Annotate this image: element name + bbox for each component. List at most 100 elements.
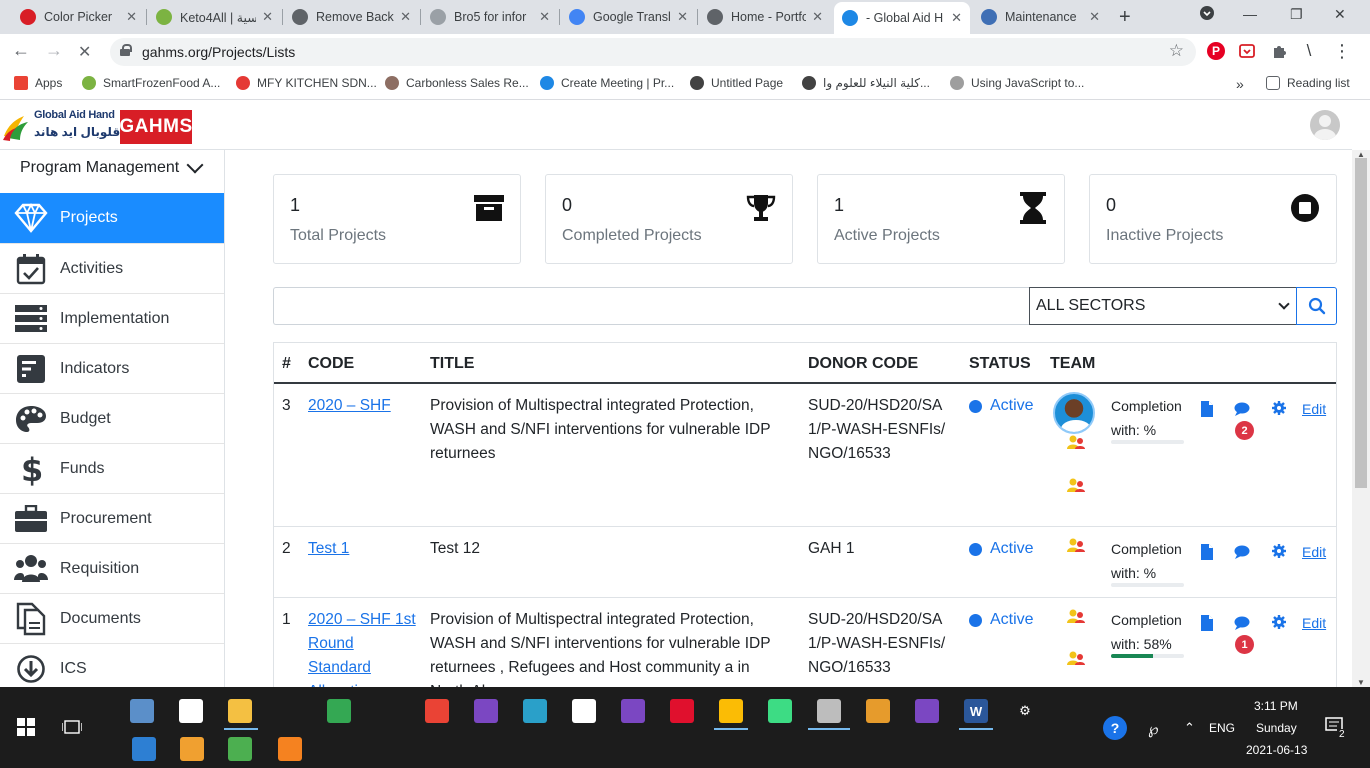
new-tab-button[interactable]: + [1119,6,1131,29]
forward-arrow-icon[interactable]: → [45,40,63,61]
windows-start-icon[interactable] [14,715,38,739]
browser-tab[interactable]: Bro5 for infor ✕ [422,2,558,32]
close-tab-icon[interactable]: ✕ [539,9,550,25]
document-icon[interactable] [1200,544,1216,560]
sidebar-item-implementation[interactable]: Implementation [0,293,224,343]
paint-app-icon[interactable] [180,737,204,761]
more-bookmarks-icon[interactable]: » [1236,76,1244,92]
tripadvisor-app-icon[interactable] [327,699,351,723]
stop-loading-icon[interactable]: ✕ [78,42,91,62]
team-group-icon[interactable] [1066,651,1086,665]
visual-studio-app-icon[interactable] [474,699,498,723]
sidebar-item-projects[interactable]: Projects [0,193,224,243]
browser-tab[interactable]: Keto4All | سية ✕ [148,2,281,32]
browser-tab[interactable]: Google Transl ✕ [561,2,696,32]
sidebar-item-requisition[interactable]: Requisition [0,543,224,593]
close-tab-icon[interactable]: ✕ [951,10,962,26]
edit-link[interactable]: Edit [1302,544,1326,560]
program-management-dropdown[interactable]: Program Management [20,156,204,177]
comment-icon[interactable] [1234,545,1250,561]
reading-list-button[interactable]: Reading list [1266,76,1350,90]
edit-link[interactable]: Edit [1302,615,1326,631]
close-tab-icon[interactable]: ✕ [1089,9,1100,25]
bookmark-item[interactable]: Using JavaScript to... [950,76,1084,90]
sector-select[interactable]: ALL SECTORS [1029,287,1297,325]
edit-link[interactable]: Edit [1302,401,1326,417]
bookmark-item[interactable]: MFY KITCHEN SDN... [236,76,377,90]
minimize-icon[interactable]: — [1243,6,1257,22]
sidebar-item-activities[interactable]: Activities [0,243,224,293]
pen-extension-icon[interactable]: \ [1300,41,1318,60]
opera-app-icon[interactable] [670,699,694,723]
document-icon[interactable] [1200,401,1216,417]
team-group-icon[interactable] [1066,609,1086,623]
vlc-app-icon[interactable] [278,737,302,761]
sidebar-item-budget[interactable]: Budget [0,393,224,443]
media-app-icon[interactable] [866,699,890,723]
chrome-active-app-icon[interactable] [719,699,743,723]
team-member-avatar[interactable] [1053,392,1095,434]
sidebar-item-procurement[interactable]: Procurement [0,493,224,543]
more-menu-icon[interactable]: ⋮ [1333,41,1351,61]
close-window-icon[interactable]: ✕ [1334,6,1346,23]
sidebar-item-indicators[interactable]: Indicators [0,343,224,393]
close-tab-icon[interactable]: ✕ [126,9,137,25]
language-indicator[interactable]: ENG [1209,721,1235,735]
browser-tab[interactable]: Remove Backg ✕ [284,2,419,32]
team-group-icon[interactable] [1066,538,1086,552]
word-app-icon[interactable]: W [964,699,988,723]
comment-icon[interactable] [1234,616,1250,632]
vscode-app-icon[interactable] [621,699,645,723]
android-studio-app-icon[interactable] [768,699,792,723]
tools-app-icon[interactable] [817,699,841,723]
tray-chevron-up-icon[interactable]: ⌃ [1184,720,1195,736]
project-code-link[interactable]: 2020 – SHF [308,394,420,418]
browser-tab[interactable]: - Global Aid H ✕ [834,2,970,34]
store-app-icon[interactable] [179,699,203,723]
team-group-icon[interactable] [1066,435,1086,449]
search-button[interactable] [1296,287,1337,325]
sidebar-item-documents[interactable]: Documents [0,593,224,643]
bookmark-item[interactable]: SmartFrozenFood A... [82,76,220,90]
browser-tab[interactable]: Color Picker ✕ [12,2,145,32]
pinterest-extension-icon[interactable]: P [1207,42,1225,60]
extensions-puzzle-icon[interactable] [1270,42,1288,60]
bookmark-item[interactable]: كلية النيلاء للعلوم وا... [802,76,930,90]
document-icon[interactable] [1200,615,1216,631]
close-tab-icon[interactable]: ✕ [400,9,411,25]
people-icon[interactable]: ℘ [1148,720,1158,738]
clock-day[interactable]: Sunday [1256,721,1297,735]
comment-icon[interactable] [1234,402,1250,418]
chrome-app-icon[interactable] [425,699,449,723]
bookmark-item[interactable]: Apps [14,76,62,90]
photos-app-icon[interactable] [132,737,156,761]
settings-app-icon[interactable]: ⚙ [1013,699,1037,723]
connect-app-icon[interactable] [376,699,400,723]
dropbox-app-icon[interactable] [278,699,302,723]
project-code-link[interactable]: 2020 – SHF 1st Round Standard Allocation [308,608,420,687]
notepad-app-icon[interactable] [130,699,154,723]
search-input[interactable] [273,287,1030,325]
scroll-down-icon[interactable]: ▼ [1357,678,1365,687]
task-view-icon[interactable] [60,715,84,739]
team-group-icon[interactable] [1066,478,1086,492]
pocket-extension-icon[interactable] [1238,42,1256,60]
bookmark-item[interactable]: Carbonless Sales Re... [385,76,529,90]
browser-tab[interactable]: Home - Portfo ✕ [699,2,831,32]
network-app-icon[interactable] [523,699,547,723]
mail-app-icon[interactable] [572,699,596,723]
back-arrow-icon[interactable]: ← [12,40,30,61]
sidebar-item-ics[interactable]: ICS [0,643,224,687]
address-bar[interactable]: gahms.org/Projects/Lists ☆ [110,38,1196,66]
project-code-link[interactable]: Test 1 [308,537,420,561]
clock-date[interactable]: 2021-06-13 [1246,743,1307,757]
close-tab-icon[interactable]: ✕ [262,9,273,25]
chart-app-icon[interactable] [228,737,252,761]
user-avatar[interactable] [1310,110,1340,140]
close-tab-icon[interactable]: ✕ [677,9,688,25]
close-tab-icon[interactable]: ✕ [812,9,823,25]
tab-search-icon[interactable] [1200,6,1214,23]
visual-studio-2-app-icon[interactable] [915,699,939,723]
maximize-icon[interactable]: ❐ [1290,6,1303,23]
gahms-logo[interactable]: Global Aid Hand قلوبال ايد هاند GAHMS [2,108,192,144]
